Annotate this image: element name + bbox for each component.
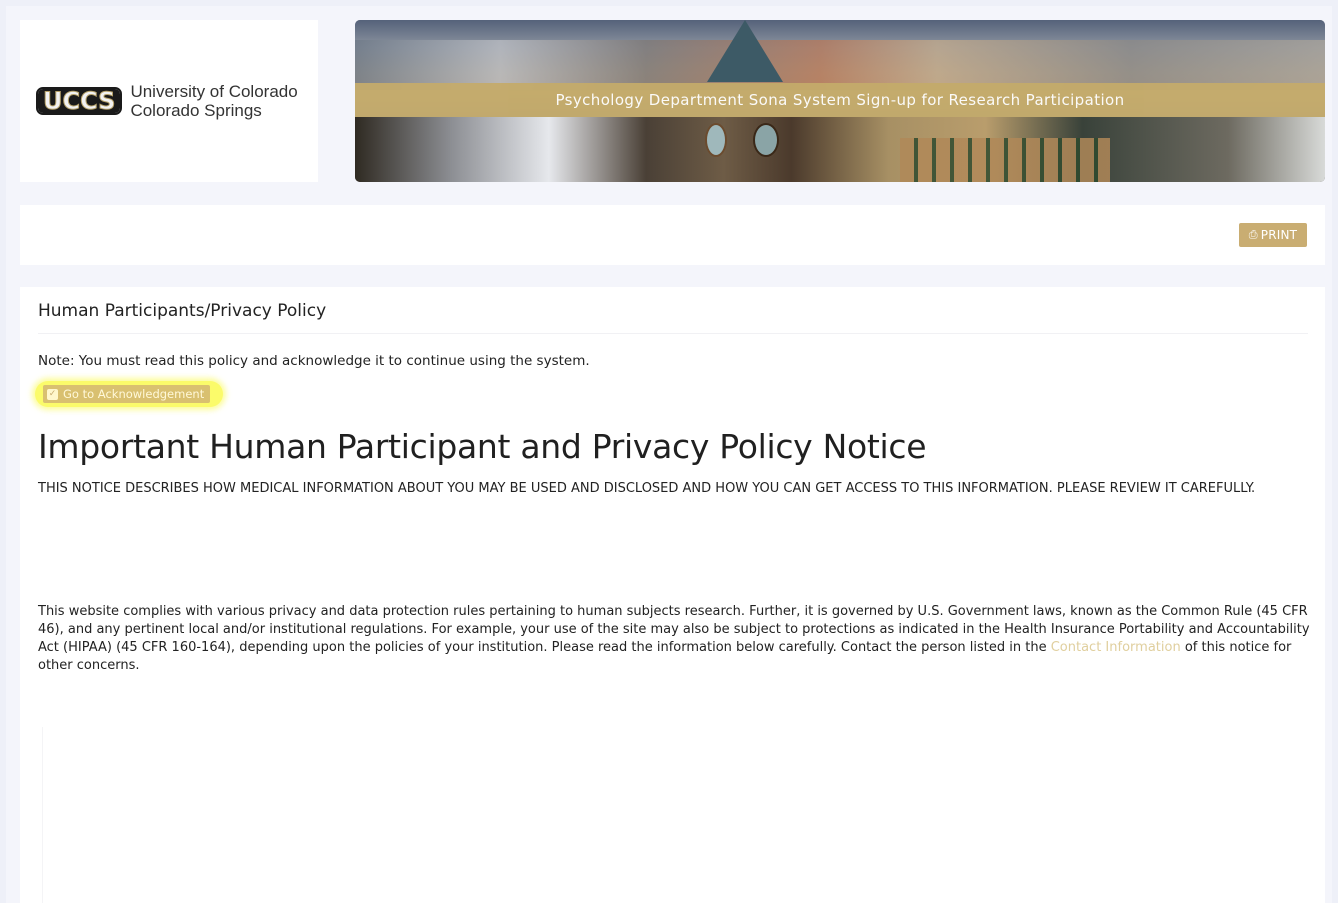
ack-button-label: Go to Acknowledgement <box>63 387 205 401</box>
print-button[interactable]: ⎙ PRINT <box>1239 223 1307 247</box>
policy-paragraph: This website complies with various priva… <box>38 603 1313 675</box>
banner-spire <box>707 20 783 82</box>
printer-icon: ⎙ <box>1248 228 1258 241</box>
university-name-line1: University of Colorado <box>130 82 298 101</box>
banner-clock <box>753 123 779 157</box>
go-to-acknowledgement-highlight[interactable]: ✓ Go to Acknowledgement <box>35 381 223 407</box>
divider <box>38 333 1308 334</box>
uccs-logo-mark: UCCS <box>35 87 123 115</box>
policy-content: Human Participants/Privacy Policy Note: … <box>20 287 1325 903</box>
banner-title: Psychology Department Sona System Sign-u… <box>555 91 1125 109</box>
header-banner: Psychology Department Sona System Sign-u… <box>355 20 1325 182</box>
toolbar: ⎙ PRINT <box>20 205 1325 265</box>
banner-title-band: Psychology Department Sona System Sign-u… <box>355 83 1325 117</box>
banner-campus <box>355 117 1325 182</box>
banner-building <box>900 138 1110 182</box>
page-title: Important Human Participant and Privacy … <box>38 427 927 466</box>
policy-note: Note: You must read this policy and ackn… <box>38 353 590 369</box>
section-title: Human Participants/Privacy Policy <box>38 301 327 321</box>
university-name-line2: Colorado Springs <box>130 101 262 120</box>
university-logo[interactable]: UCCS University of Colorado Colorado Spr… <box>20 20 318 182</box>
policy-body-area <box>42 727 1307 903</box>
banner-clock <box>705 123 727 157</box>
notice-summary: THIS NOTICE DESCRIBES HOW MEDICAL INFORM… <box>38 481 1256 496</box>
print-button-label: PRINT <box>1260 228 1298 242</box>
checkbox-icon: ✓ <box>47 388 58 400</box>
university-name: University of Colorado Colorado Springs <box>130 82 297 120</box>
contact-information-link[interactable]: Contact Information <box>1051 640 1181 655</box>
go-to-acknowledgement-button[interactable]: ✓ Go to Acknowledgement <box>43 385 211 403</box>
